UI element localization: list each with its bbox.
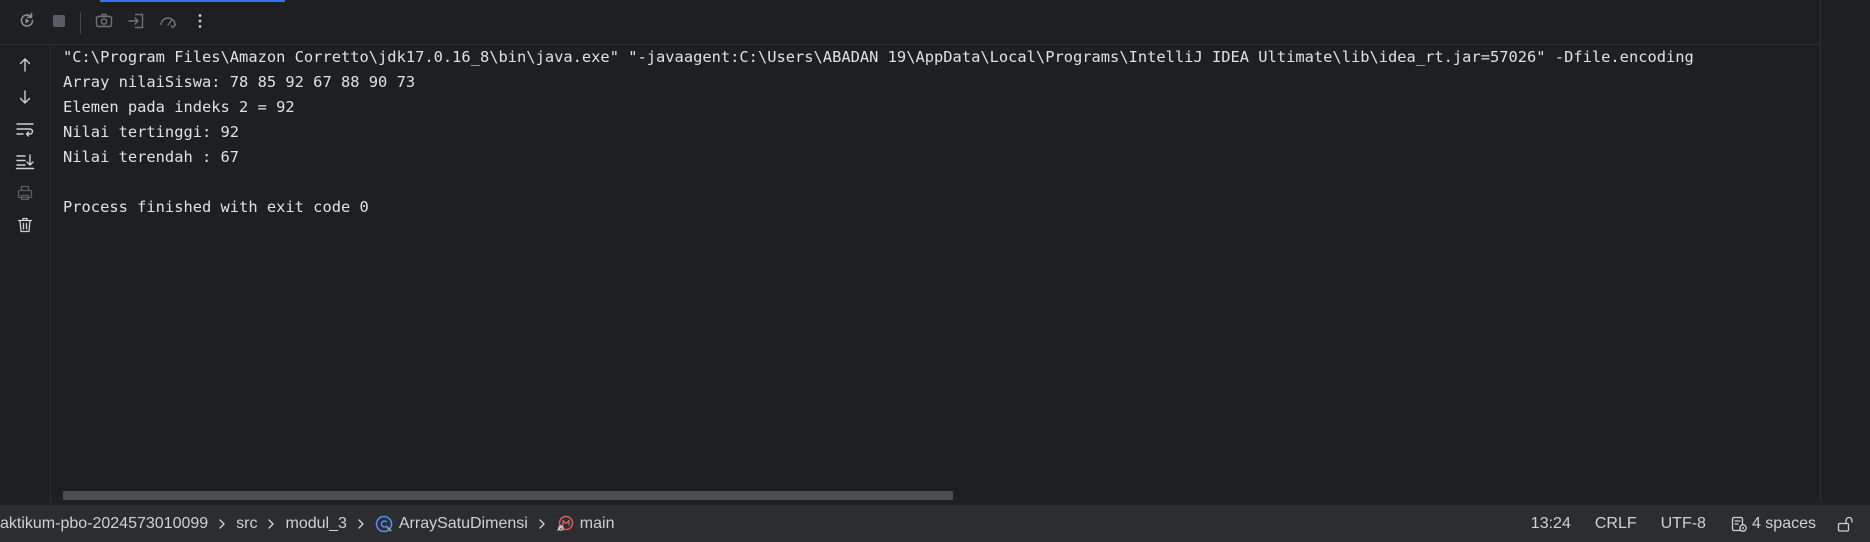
unlock-icon xyxy=(1837,516,1853,532)
breadcrumb-method[interactable]: main xyxy=(556,515,615,533)
scroll-down-icon xyxy=(16,88,34,111)
console-output[interactable]: "C:\Program Files\Amazon Corretto\jdk17.… xyxy=(51,45,1820,490)
breadcrumb-project[interactable]: aktikum-pbo-2024573010099 xyxy=(0,515,208,533)
more-options-icon xyxy=(191,12,209,35)
read-only-toggle[interactable] xyxy=(1830,509,1860,539)
scroll-down-button[interactable] xyxy=(10,85,40,113)
rerun-button[interactable] xyxy=(12,8,42,38)
stop-button[interactable] xyxy=(44,8,74,38)
restore-layout-icon xyxy=(126,11,146,36)
method-icon xyxy=(556,515,574,533)
console-line: Array nilaiSiswa: 78 85 92 67 88 90 73 xyxy=(63,73,416,91)
toolbar-separator xyxy=(80,12,81,34)
status-widgets: 13:24 CRLF UTF-8 4 spaces xyxy=(1519,505,1870,542)
profiler-button[interactable] xyxy=(153,8,183,38)
file-encoding[interactable]: UTF-8 xyxy=(1649,515,1718,533)
clear-all-icon xyxy=(16,216,34,239)
print-button[interactable] xyxy=(10,181,40,209)
indent-label: 4 spaces xyxy=(1751,515,1816,532)
run-toolbar xyxy=(0,2,1820,45)
java-class-icon xyxy=(375,515,393,533)
more-options-button[interactable] xyxy=(185,8,215,38)
breadcrumb-package[interactable]: modul_3 xyxy=(285,515,346,533)
scroll-up-icon xyxy=(16,56,34,79)
chevron-right-icon xyxy=(347,505,375,542)
chevron-right-icon xyxy=(257,505,285,542)
run-tool-window: "C:\Program Files\Amazon Corretto\jdk17.… xyxy=(0,0,1870,542)
horizontal-scrollbar[interactable] xyxy=(63,491,953,500)
chevron-right-icon xyxy=(208,505,236,542)
clear-all-button[interactable] xyxy=(10,213,40,241)
stop-icon xyxy=(50,12,68,35)
restore-layout-button[interactable] xyxy=(121,8,151,38)
status-bar: aktikum-pbo-2024573010099 src modul_3 Ar… xyxy=(0,504,1870,542)
profiler-icon xyxy=(158,11,178,36)
breadcrumb-method-label: main xyxy=(579,515,615,532)
console-line: Nilai terendah : 67 xyxy=(63,148,240,166)
soft-wrap-icon xyxy=(15,120,35,143)
scroll-to-end-button[interactable] xyxy=(10,149,40,177)
breadcrumb-src[interactable]: src xyxy=(236,515,257,533)
print-icon xyxy=(16,184,34,207)
console-line-command: "C:\Program Files\Amazon Corretto\jdk17.… xyxy=(63,48,1694,66)
screenshot-icon xyxy=(94,11,114,36)
rerun-icon xyxy=(17,11,37,36)
breadcrumb: aktikum-pbo-2024573010099 src modul_3 Ar… xyxy=(0,505,614,542)
console-line-exit-status: Process finished with exit code 0 xyxy=(63,198,369,216)
breadcrumb-class-label: ArraySatuDimensi xyxy=(398,515,528,532)
breadcrumb-class[interactable]: ArraySatuDimensi xyxy=(375,515,528,533)
line-separator[interactable]: CRLF xyxy=(1583,515,1649,533)
console-line: Elemen pada indeks 2 = 92 xyxy=(63,98,295,116)
caret-position[interactable]: 13:24 xyxy=(1519,515,1583,533)
screenshot-button[interactable] xyxy=(89,8,119,38)
indent-widget[interactable]: 4 spaces xyxy=(1718,515,1828,533)
scroll-to-end-icon xyxy=(15,152,35,175)
indent-icon xyxy=(1731,516,1747,532)
right-tool-strip xyxy=(1820,0,1870,503)
soft-wrap-button[interactable] xyxy=(10,117,40,145)
console-line: Nilai tertinggi: 92 xyxy=(63,123,240,141)
console-side-toolbar xyxy=(0,45,51,503)
scroll-up-button[interactable] xyxy=(10,53,40,81)
chevron-right-icon xyxy=(528,505,556,542)
